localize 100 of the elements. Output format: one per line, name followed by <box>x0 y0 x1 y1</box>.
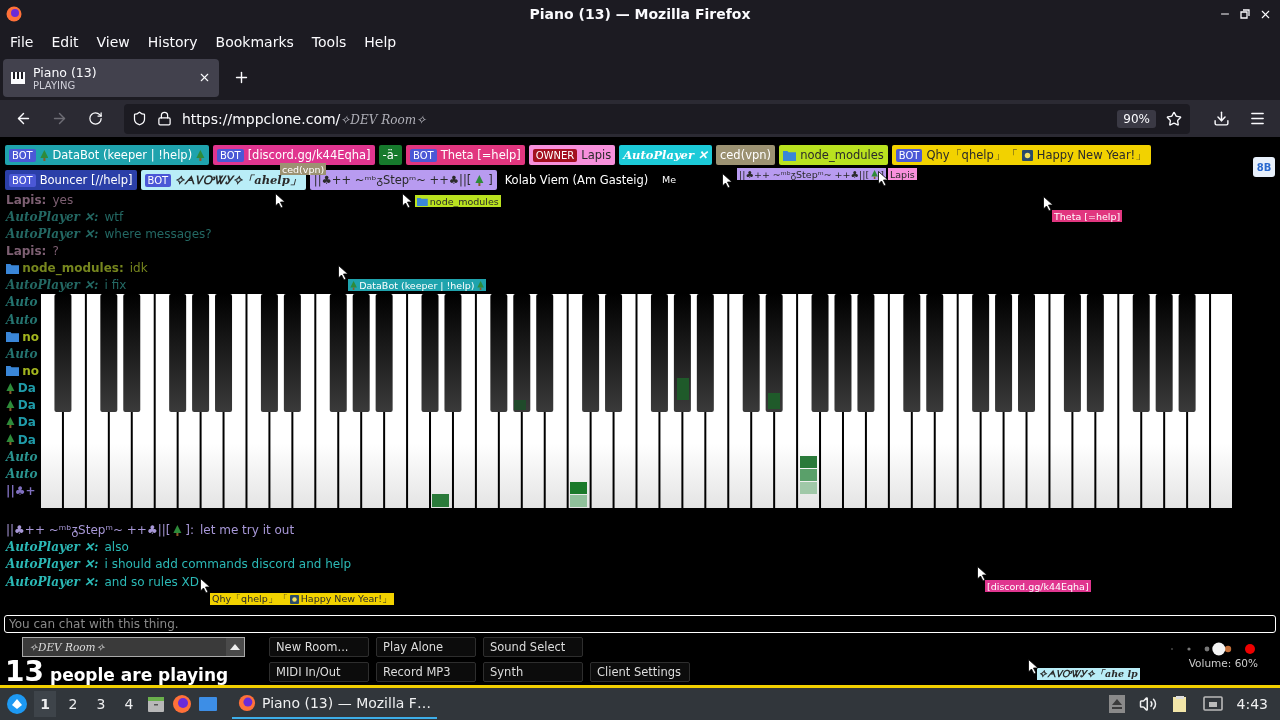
menu-item[interactable]: History <box>140 33 205 50</box>
sharp-key[interactable] <box>582 294 600 412</box>
address-field[interactable]: https://mppclone.com/✧DEV Room✧ 90% <box>124 103 1190 134</box>
menu-button[interactable]: MIDI In/Out <box>269 662 369 682</box>
user-name: ] <box>488 173 493 187</box>
chat-message: i should add commands discord and help <box>104 557 352 572</box>
sharp-key[interactable] <box>123 294 141 412</box>
sharp-key[interactable] <box>100 294 118 412</box>
user-tag[interactable]: BOT DataBot (keeper | !help) <box>5 145 209 165</box>
taskbar-task[interactable]: Piano (13) — Mozilla F… <box>232 689 437 719</box>
sharp-key[interactable] <box>857 294 875 412</box>
zoom-level[interactable]: 90% <box>1117 109 1156 128</box>
restore-icon[interactable] <box>1239 7 1251 20</box>
tree-icon <box>39 149 49 161</box>
chat-message: i fix <box>104 278 127 293</box>
sharp-key[interactable] <box>444 294 462 412</box>
sharp-key[interactable] <box>192 294 210 412</box>
menu-button[interactable]: Synth <box>483 662 583 682</box>
workspace-button[interactable]: 2 <box>62 691 84 717</box>
menu-item[interactable]: Help <box>357 33 404 50</box>
chat-author: ||♣+ <box>6 483 36 498</box>
file-cabinet-icon[interactable] <box>146 694 166 714</box>
tree-icon <box>173 524 183 536</box>
note-marker <box>514 400 526 410</box>
sharp-key[interactable] <box>995 294 1013 412</box>
cursor-icon <box>338 265 349 281</box>
workspace-button[interactable]: 1 <box>34 691 56 717</box>
shield-icon <box>132 111 147 126</box>
player-count-label: people are playing <box>49 666 229 685</box>
user-tag[interactable]: node_modules <box>779 145 888 165</box>
menu-item[interactable]: Edit <box>44 33 86 50</box>
window-icon[interactable] <box>198 694 218 714</box>
sharp-key[interactable] <box>605 294 623 412</box>
role-badge: BOT <box>216 148 244 162</box>
user-tag[interactable]: OWNER Lapis <box>528 145 616 165</box>
side-button[interactable]: 8B <box>1253 157 1275 177</box>
download-icon[interactable] <box>1212 110 1230 127</box>
cursor-icon <box>878 171 889 187</box>
close-tab-icon[interactable] <box>198 71 211 84</box>
user-name: DataBot (keeper | !help) <box>52 148 193 162</box>
browser-tab[interactable]: Piano (13) PLAYING <box>3 58 219 97</box>
chat-author: AutoPlayer ✕: <box>6 540 99 555</box>
sharp-key[interactable] <box>972 294 990 412</box>
sharp-key[interactable] <box>834 294 852 412</box>
sharp-key[interactable] <box>169 294 187 412</box>
new-tab-icon[interactable] <box>233 69 250 86</box>
menu-button[interactable]: Client Settings <box>590 662 690 682</box>
sharp-key[interactable] <box>54 294 72 412</box>
note-marker <box>677 378 689 400</box>
sharp-key[interactable] <box>926 294 944 412</box>
network-icon[interactable] <box>1202 695 1223 713</box>
chat-author: no <box>22 329 39 344</box>
speaker-icon[interactable] <box>1138 695 1157 713</box>
sharp-key[interactable] <box>490 294 508 412</box>
firefox-icon <box>6 6 22 22</box>
firefox-icon[interactable] <box>172 694 192 714</box>
user-tag[interactable]: BOT [discord.gg/k44Eqha] <box>212 145 375 165</box>
tree-icon <box>871 169 879 179</box>
user-tag[interactable]: BOT Theta [=help] <box>405 145 525 165</box>
workspace-button[interactable]: 4 <box>118 691 140 717</box>
cursor-icon <box>1043 196 1054 212</box>
menu-item[interactable]: View <box>89 33 137 50</box>
chat-author: Auto <box>6 449 38 464</box>
sharp-key[interactable] <box>215 294 233 412</box>
chat-author: Da <box>17 432 36 447</box>
cursor-name: ced(vpn) <box>282 163 325 175</box>
folder-icon <box>6 331 20 343</box>
sharp-key[interactable] <box>903 294 921 412</box>
menu-button[interactable]: Sound Select <box>483 637 583 657</box>
start-menu-icon[interactable] <box>6 693 28 715</box>
menu-button[interactable]: Play Alone <box>376 637 476 657</box>
bookmark-star-icon[interactable] <box>1166 110 1182 127</box>
workspace-button[interactable]: 3 <box>90 691 112 717</box>
folder-icon <box>6 365 20 377</box>
menu-button[interactable]: New Room... <box>269 637 369 657</box>
user-tag[interactable]: BOT Bouncer [//help] <box>5 170 137 190</box>
cursor-name: [discord.gg/k44Eqha] <box>987 580 1089 592</box>
menu-icon[interactable] <box>1248 110 1266 127</box>
volume-knob[interactable] <box>1212 642 1226 656</box>
chat-input[interactable]: You can chat with this thing. <box>4 615 1276 633</box>
room-select[interactable]: ✧DEV Room✧ <box>22 637 245 657</box>
cursor-name: Lapis <box>890 168 915 180</box>
reload-icon[interactable] <box>87 111 103 126</box>
sharp-key[interactable] <box>513 294 531 412</box>
notes-icon[interactable] <box>1170 695 1189 713</box>
menu-button[interactable]: Record MP3 <box>376 662 476 682</box>
eject-icon[interactable] <box>1108 695 1125 713</box>
menu-item[interactable]: Bookmarks <box>208 33 301 50</box>
cursor-name: node_modules <box>429 195 499 207</box>
chat-author: Da <box>17 381 36 396</box>
chat-author: Auto <box>6 295 38 310</box>
menu-item[interactable]: File <box>3 33 41 50</box>
chat-message: yes <box>52 192 74 207</box>
menu-item[interactable]: Tools <box>304 33 354 50</box>
user-name: ||♣++ ~ᵐᵇᵹStepᵐ~ ++♣||[ <box>313 173 472 187</box>
user-tag[interactable]: BOT Qhy「qhelp」「 Happy New Year!」 <box>891 145 1152 165</box>
chat-author: Auto <box>6 346 38 361</box>
sharp-key[interactable] <box>536 294 554 412</box>
task-title: Piano (13) — Mozilla F… <box>262 695 431 711</box>
clock: 4:43 <box>1236 696 1268 712</box>
